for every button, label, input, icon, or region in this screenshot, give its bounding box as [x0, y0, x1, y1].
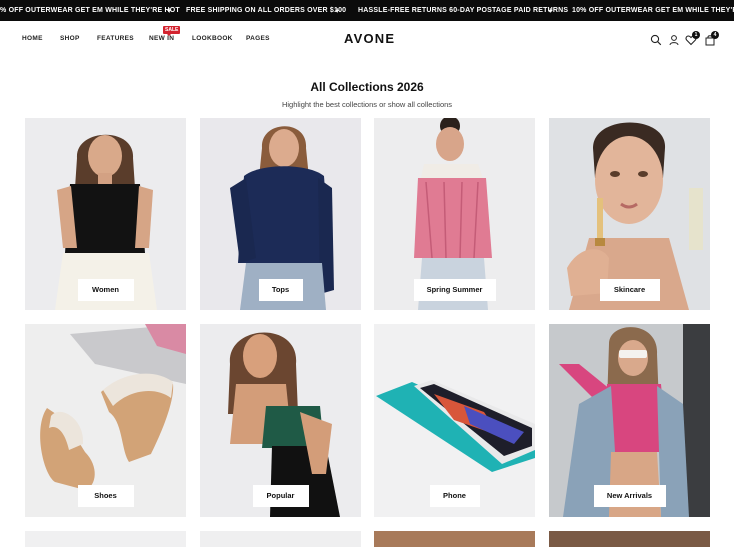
announcement-bar: % OFF OUTERWEAR GET EM WHILE THEY'RE HOT…	[0, 0, 734, 21]
nav-lookbook[interactable]: LOOKBOOK	[192, 35, 233, 42]
sale-badge: SALE	[163, 26, 181, 36]
collection-card-women[interactable]: Women	[25, 118, 186, 310]
cart-count-badge: 4	[711, 31, 719, 39]
collection-card-partial[interactable]	[200, 531, 361, 547]
nav-features[interactable]: FEATURES	[97, 35, 134, 42]
collection-card-partial[interactable]	[374, 531, 535, 547]
site-header: HOME SHOP FEATURES NEW IN SALE LOOKBOOK …	[0, 21, 734, 57]
collection-card-partial[interactable]	[549, 531, 710, 547]
collection-label[interactable]: Phone	[429, 485, 480, 507]
search-icon[interactable]	[650, 33, 662, 46]
collection-label[interactable]: Popular	[252, 485, 309, 507]
announcement-text: FREE SHIPPING ON ALL ORDERS OVER $100	[186, 7, 347, 14]
collection-label[interactable]: Shoes	[77, 485, 134, 507]
collection-card-tops[interactable]: Tops	[200, 118, 361, 310]
collection-label[interactable]: Skincare	[599, 279, 660, 301]
nav-pages[interactable]: PAGES	[246, 35, 270, 42]
collection-card-phone[interactable]: Phone	[374, 324, 535, 517]
section-subtitle: Highlight the best collections or show a…	[281, 100, 453, 109]
nav-home[interactable]: HOME	[22, 35, 43, 42]
announcement-text: HASSLE-FREE RETURNS 60-DAY POSTAGE PAID …	[358, 7, 569, 14]
collection-card-skincare[interactable]: Skincare	[549, 118, 710, 310]
announcement-separator: +	[335, 6, 340, 15]
collection-card-partial[interactable]	[25, 531, 186, 547]
collection-label[interactable]: Tops	[258, 279, 303, 301]
collection-card-spring-summer[interactable]: Spring Summer	[374, 118, 535, 310]
collection-card-new-arrivals[interactable]: New Arrivals	[549, 324, 710, 517]
announcement-text: % OFF OUTERWEAR GET EM WHILE THEY'RE HOT	[0, 7, 180, 14]
collection-card-shoes[interactable]: Shoes	[25, 324, 186, 517]
brand-logo[interactable]: AVONE	[344, 31, 395, 46]
announcement-separator: +	[167, 6, 172, 15]
nav-new-in[interactable]: NEW IN	[149, 35, 174, 42]
announcement-separator: +	[548, 6, 553, 15]
collection-label[interactable]: New Arrivals	[593, 485, 666, 507]
collection-label[interactable]: Spring Summer	[413, 279, 496, 301]
collection-label[interactable]: Women	[77, 279, 134, 301]
wishlist-count-badge: 1	[692, 31, 700, 39]
section-title: All Collections 2026	[310, 80, 424, 94]
nav-shop[interactable]: SHOP	[60, 35, 80, 42]
user-icon[interactable]	[668, 33, 680, 46]
collection-card-popular[interactable]: Popular	[200, 324, 361, 517]
announcement-text: 10% OFF OUTERWEAR GET EM WHILE THEY'RE H…	[572, 7, 734, 14]
